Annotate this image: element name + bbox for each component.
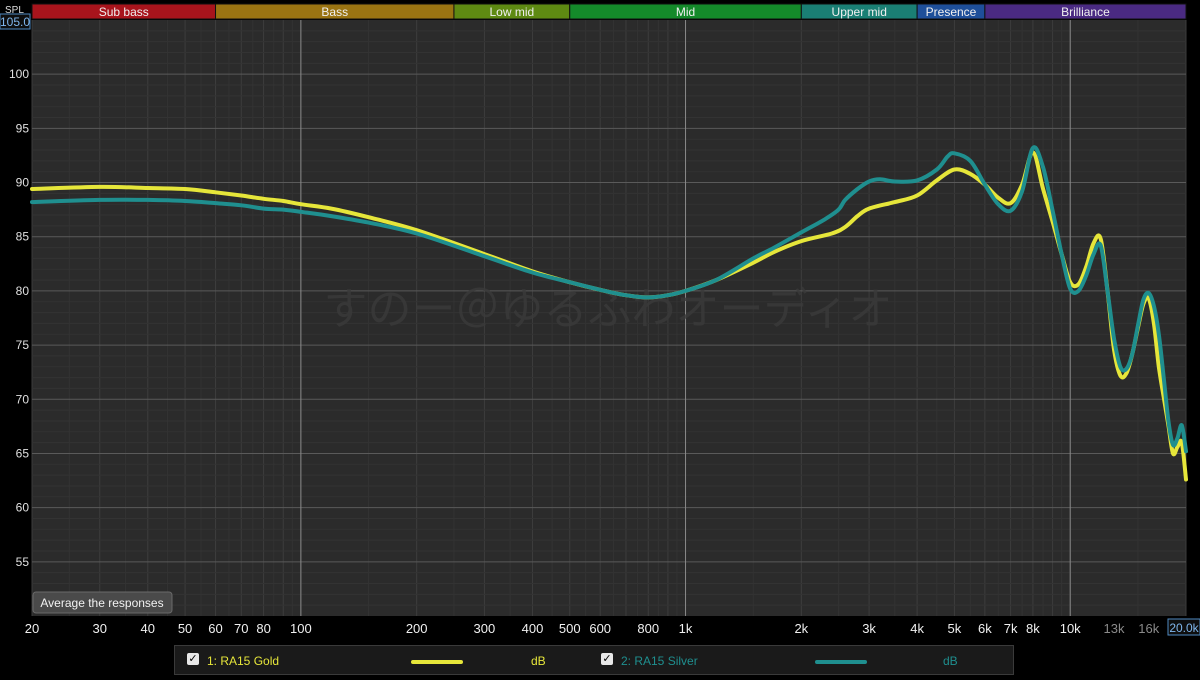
y-tick-label: 65 <box>16 446 30 460</box>
x-tick-label: 400 <box>522 621 544 636</box>
x-tick-label: 16k <box>1138 621 1159 636</box>
y-tick-label: 90 <box>16 176 30 190</box>
y-tick-label: 95 <box>16 121 30 135</box>
x-tick-label: 30 <box>93 621 107 636</box>
x-tick-label: 20 <box>25 621 39 636</box>
x-tick-label: 200 <box>406 621 428 636</box>
y-tick-label: 55 <box>16 555 30 569</box>
checkbox-icon[interactable]: ✓ <box>187 653 199 665</box>
x-tick-label: 8k <box>1026 621 1040 636</box>
x-tick-label: 300 <box>474 621 496 636</box>
checkbox-icon[interactable]: ✓ <box>601 653 613 665</box>
x-tick-label: 3k <box>862 621 876 636</box>
x-tick-label: 4k <box>910 621 924 636</box>
legend-item-gold[interactable]: ✓ 1: RA15 Gold dB <box>185 646 585 674</box>
x-tick-label: 100 <box>290 621 312 636</box>
average-button-label: Average the responses <box>40 596 163 610</box>
x-tick-label: 5k <box>948 621 962 636</box>
y-tick-label: 60 <box>16 501 30 515</box>
legend-label: 1: RA15 Gold <box>207 654 280 668</box>
band-label: Upper mid <box>832 5 887 19</box>
legend-unit: dB <box>943 654 958 668</box>
band-label: Low mid <box>489 5 534 19</box>
band-label: Sub bass <box>99 5 149 19</box>
band-label: Mid <box>676 5 695 19</box>
x-max-value: 20.0k <box>1169 621 1199 635</box>
x-tick-label: 70 <box>234 621 248 636</box>
x-tick-label: 10k <box>1060 621 1081 636</box>
average-button[interactable]: Average the responses <box>32 591 173 614</box>
x-tick-label: 800 <box>637 621 659 636</box>
x-tick-label: 6k <box>978 621 992 636</box>
y-tick-label: 70 <box>16 392 30 406</box>
x-tick-label: 40 <box>141 621 155 636</box>
x-tick-label: 13k <box>1104 621 1125 636</box>
legend-swatch <box>815 660 867 664</box>
band-label: Brilliance <box>1061 5 1110 19</box>
x-tick-label: 60 <box>208 621 222 636</box>
y-tick-label: 80 <box>16 284 30 298</box>
frequency-response-chart: Sub bass Bass Low mid Mid Upper mid Presence B… <box>0 0 1200 675</box>
legend-bar: ✓ 1: RA15 Gold dB ✓ 2: RA15 Silver dB <box>174 645 1014 675</box>
x-tick-label: 80 <box>256 621 270 636</box>
legend-item-silver[interactable]: ✓ 2: RA15 Silver dB <box>599 646 999 674</box>
legend-swatch <box>411 660 463 664</box>
y-tick-label: 75 <box>16 338 30 352</box>
legend-unit: dB <box>531 654 546 668</box>
y-tick-label: 85 <box>16 230 30 244</box>
x-tick-label: 7k <box>1004 621 1018 636</box>
y-tick-label: 100 <box>9 67 29 81</box>
y-max-value: 105.0 <box>0 15 30 29</box>
x-tick-label: 600 <box>589 621 611 636</box>
legend-label: 2: RA15 Silver <box>621 654 698 668</box>
chart-svg[interactable]: Sub bass Bass Low mid Mid Upper mid Presence B… <box>0 0 1200 675</box>
band-label: Bass <box>321 5 348 19</box>
band-label: Presence <box>926 5 977 19</box>
x-tick-label: 500 <box>559 621 581 636</box>
x-tick-label: 50 <box>178 621 192 636</box>
x-tick-label: 1k <box>679 621 693 636</box>
x-tick-label: 2k <box>794 621 808 636</box>
